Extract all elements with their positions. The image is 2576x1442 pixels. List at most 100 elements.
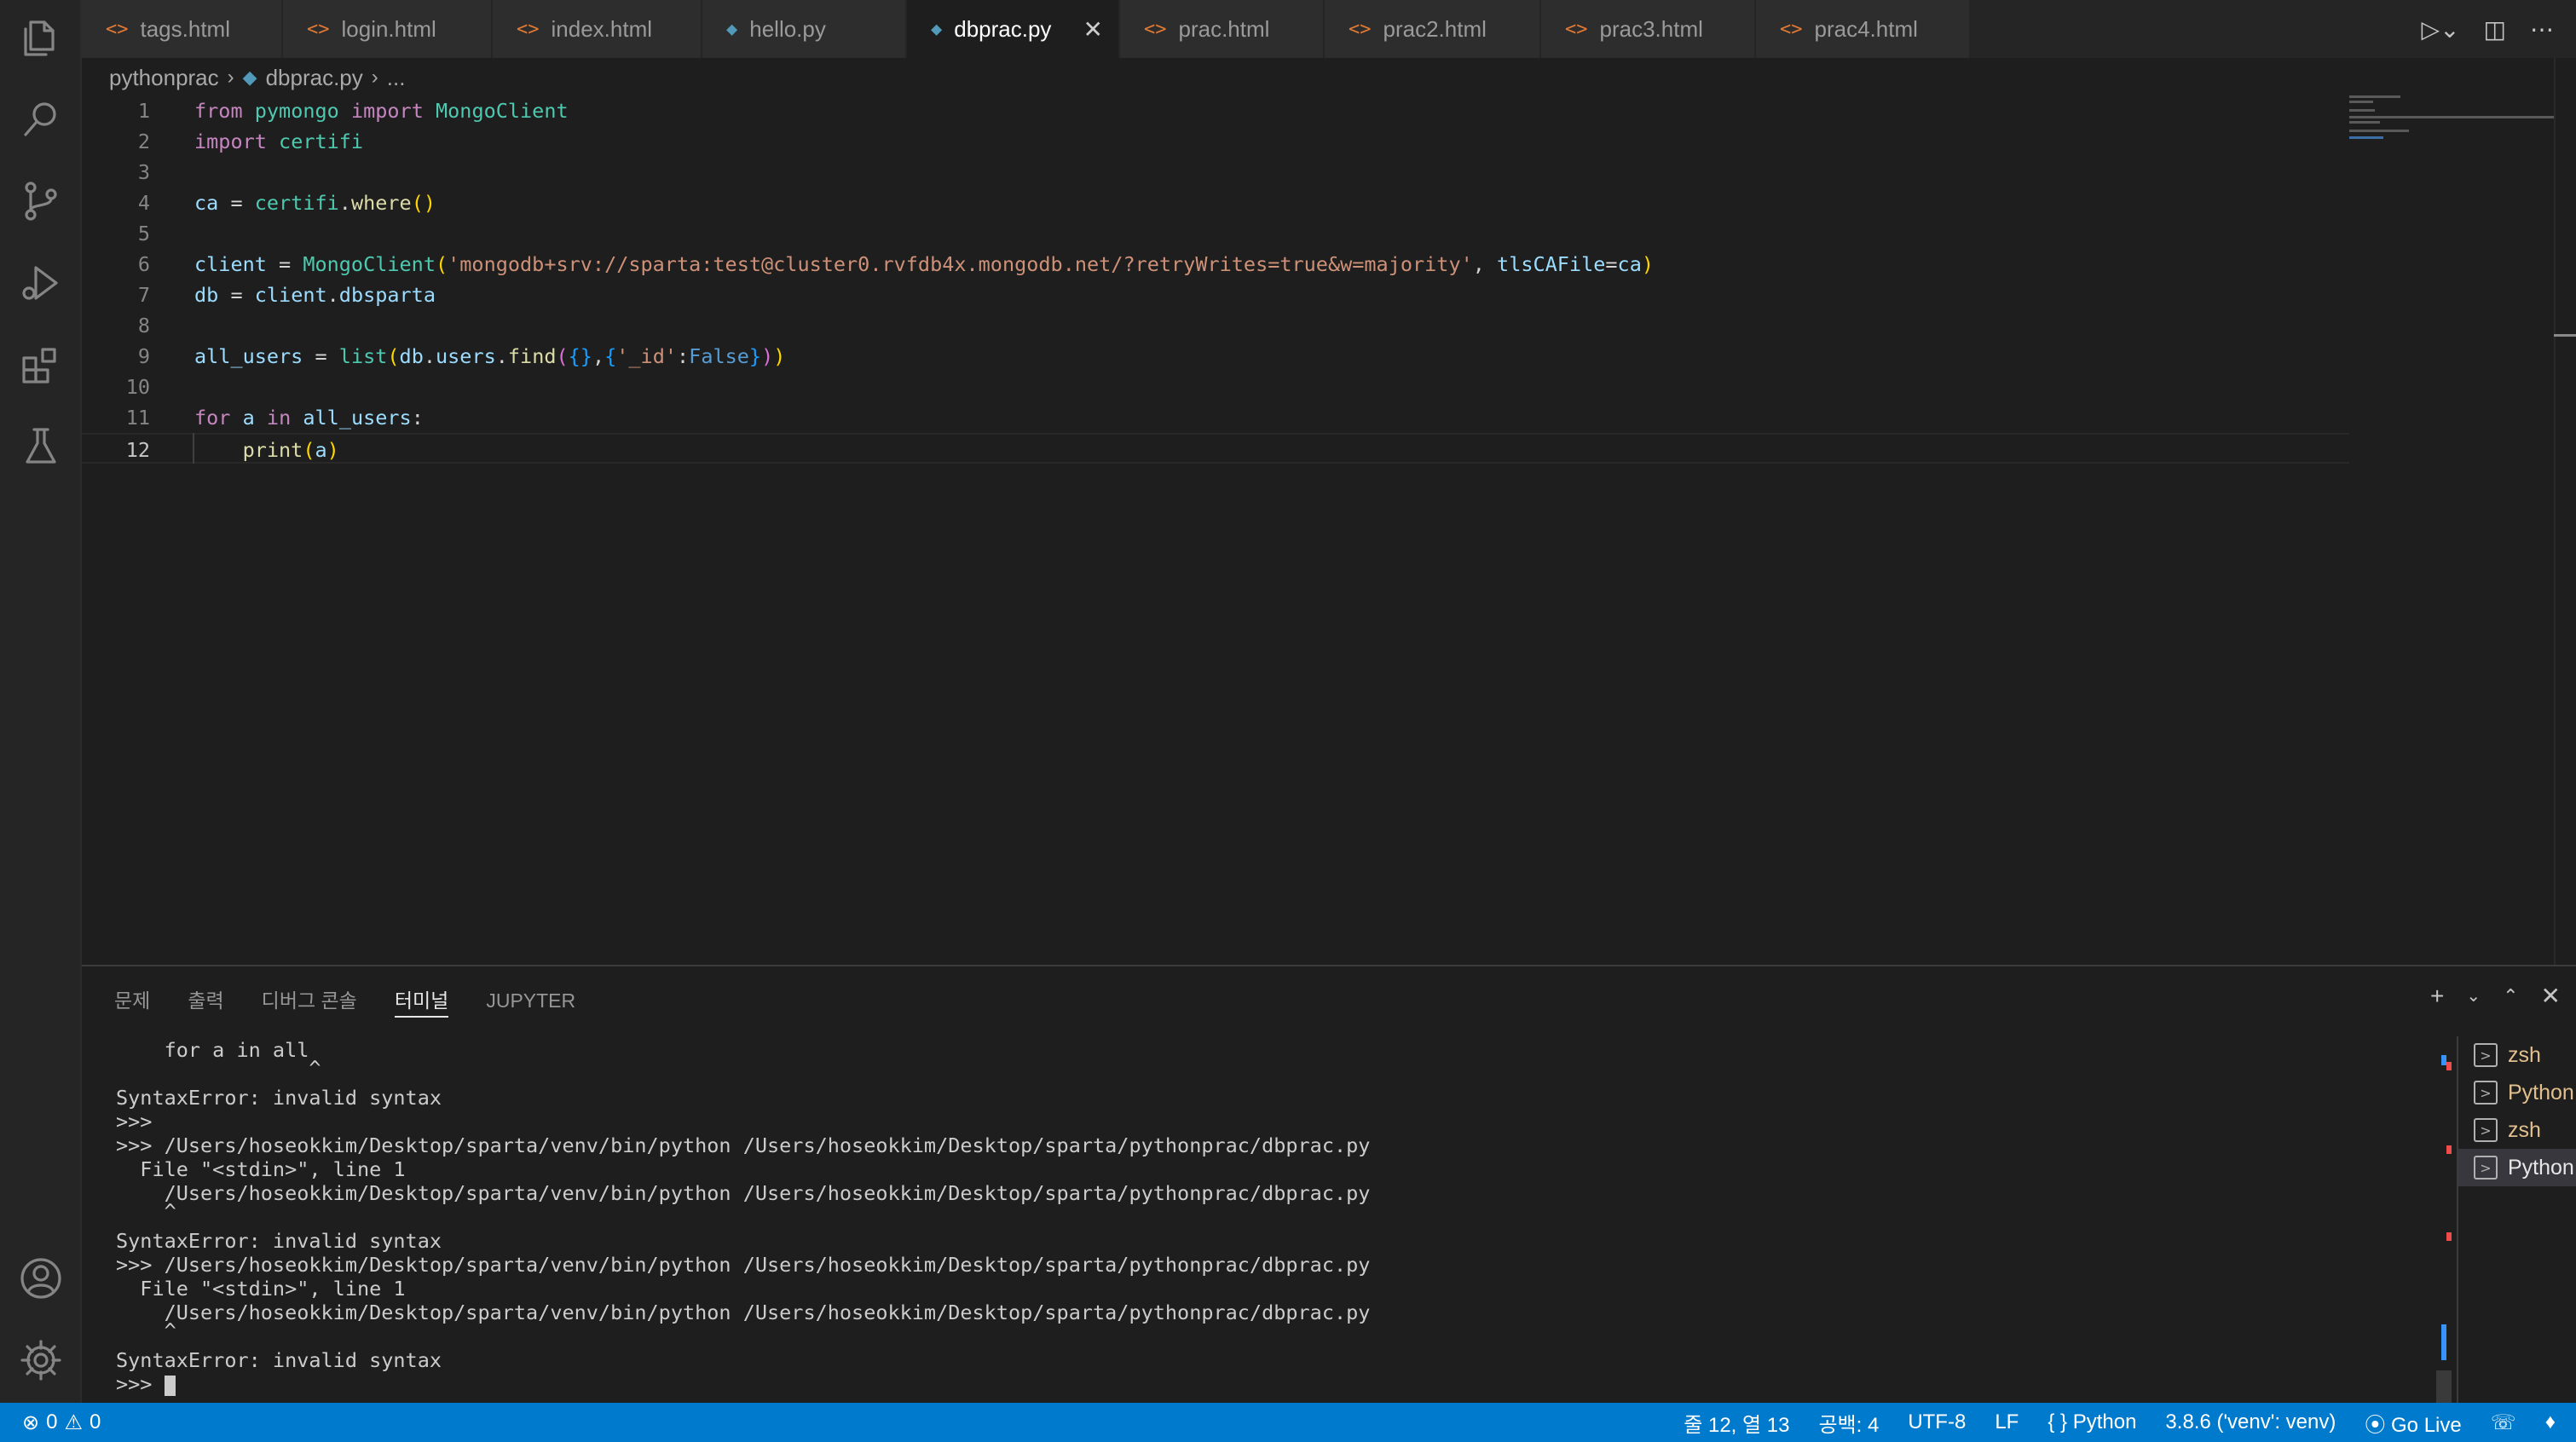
code-line: 6 client = MongoClient('mongodb+srv://spa… [82, 249, 2349, 280]
cursor-position[interactable]: 줄 12, 열 13 [1684, 1408, 1789, 1438]
tab-tags-html[interactable]: <> tags.html [82, 0, 283, 58]
terminal-cursor [164, 1375, 176, 1396]
braces-icon: { } [2048, 1410, 2068, 1433]
close-panel-icon[interactable]: ✕ [2541, 982, 2561, 1010]
terminal-output[interactable]: for a in all ^ SyntaxError: invalid synt… [116, 1038, 2417, 1396]
end-of-line[interactable]: LF [1995, 1410, 2019, 1434]
terminal-line: ^ [116, 1056, 321, 1080]
run-debug-icon[interactable] [15, 257, 66, 309]
extensions-icon[interactable] [15, 339, 66, 390]
warning-icon: ⚠ [64, 1410, 83, 1434]
indent-guide [193, 433, 194, 464]
tab-prac2-html[interactable]: <> prac2.html [1325, 0, 1541, 58]
breadcrumb-file[interactable]: dbprac.py [266, 65, 363, 91]
terminal-label: zsh [2508, 1042, 2541, 1067]
code-line: 9 all_users = list(db.users.find({},{'_id… [82, 341, 2349, 372]
tab-problems[interactable]: 문제 [114, 983, 150, 1018]
settings-gear-icon[interactable] [15, 1335, 66, 1386]
terminal-item-zsh[interactable]: >zsh⚠ [2458, 1111, 2576, 1149]
minimap[interactable] [2349, 92, 2562, 160]
tab-index-html[interactable]: <> index.html [493, 0, 702, 58]
terminal-line: File "<stdin>", line 1 [116, 1277, 406, 1301]
line-number: 5 [137, 222, 150, 245]
terminal-line: SyntaxError: invalid syntax [116, 1229, 442, 1253]
tab-debug-console[interactable]: 디버그 콘솔 [262, 983, 357, 1018]
line-number: 4 [137, 191, 150, 215]
tab-dbprac-py[interactable]: ◆ dbprac.py ✕ [907, 0, 1120, 58]
tab-jupyter[interactable]: JUPYTER [486, 983, 575, 1018]
terminal-icon: > [2474, 1043, 2498, 1067]
panel-actions: + ⌄ ⌃ ✕ [2430, 982, 2561, 1010]
terminal-item-python[interactable]: >Python⚠ [2458, 1074, 2576, 1111]
terminal-line: >>> /Users/hoseokkim/Desktop/sparta/venv… [116, 1253, 1371, 1277]
feedback-icon[interactable]: ☏ [2491, 1410, 2516, 1435]
breadcrumb-folder[interactable]: pythonprac [109, 65, 219, 91]
tab-label: prac2.html [1383, 15, 1487, 42]
editor-scrollbar[interactable] [2554, 58, 2576, 965]
encoding[interactable]: UTF-8 [1908, 1410, 1966, 1434]
tab-label: tags.html [140, 15, 231, 42]
status-bar: ⊗ 0 ⚠ 0 줄 12, 열 13 공백: 4 UTF-8 LF { } Py… [0, 1403, 2576, 1442]
terminal-item-zsh[interactable]: >zsh⚠ [2458, 1036, 2576, 1074]
terminal-line: >>> /Users/hoseokkim/Desktop/sparta/venv… [116, 1133, 1371, 1157]
new-terminal-icon[interactable]: + [2430, 983, 2444, 1010]
run-icon[interactable]: ▷⌄ [2422, 15, 2460, 43]
code-line: 8 [82, 310, 2349, 341]
code-line: 10 [82, 372, 2349, 402]
line-number: 7 [137, 283, 150, 307]
language-label: Python [2072, 1410, 2137, 1433]
terminal-item-python[interactable]: > Python [2458, 1149, 2576, 1186]
terminal-line: >>> [116, 1110, 153, 1133]
problems-status[interactable]: ⊗ 0 ⚠ 0 [22, 1410, 101, 1435]
maximize-panel-icon[interactable]: ⌃ [2503, 985, 2518, 1007]
tab-prac4-html[interactable]: <> prac4.html [1756, 0, 1971, 58]
account-icon[interactable] [15, 1253, 66, 1304]
language-mode[interactable]: { } Python [2048, 1410, 2136, 1434]
terminal-prompt-line[interactable]: >>> [116, 1372, 2417, 1396]
activity-bar [0, 0, 82, 1403]
code-line: 4 ca = certifi.where() [82, 187, 2349, 218]
code-line: 5 [82, 218, 2349, 249]
source-control-icon[interactable] [15, 176, 66, 227]
tab-hello-py[interactable]: ◆ hello.py [702, 0, 907, 58]
testing-icon[interactable] [15, 421, 66, 472]
html-file-icon: <> [106, 18, 129, 40]
terminal-label: Python [2508, 1155, 2574, 1180]
tab-label: index.html [551, 15, 653, 42]
bottom-panel: 문제 출력 디버그 콘솔 터미널 JUPYTER + ⌄ ⌃ ✕ for a i… [82, 965, 2576, 1405]
terminal-scrollbar[interactable] [2434, 1038, 2455, 1405]
chevron-down-icon[interactable]: ⌄ [2466, 985, 2481, 1007]
line-number: 1 [137, 99, 150, 123]
close-icon[interactable]: ✕ [1083, 15, 1103, 43]
more-actions-icon[interactable]: ⋯ [2530, 15, 2554, 43]
panel-tabs: 문제 출력 디버그 콘솔 터미널 JUPYTER [114, 983, 575, 1018]
line-number: 6 [137, 252, 150, 276]
terminal-icon: > [2474, 1118, 2498, 1142]
line-number: 2 [137, 130, 150, 153]
python-interpreter[interactable]: 3.8.6 ('venv': venv) [2165, 1410, 2336, 1434]
breadcrumb-more[interactable]: ... [387, 65, 406, 91]
html-file-icon: <> [1349, 18, 1372, 40]
tab-prac-html[interactable]: <> prac.html [1120, 0, 1325, 58]
indentation[interactable]: 공백: 4 [1818, 1408, 1879, 1438]
scrollbar-marker [2554, 334, 2576, 337]
terminal-label: Python [2508, 1080, 2574, 1105]
terminal-icon: > [2474, 1081, 2498, 1105]
tab-output[interactable]: 출력 [188, 983, 223, 1018]
python-file-icon: ◆ [931, 18, 943, 40]
split-editor-icon[interactable]: ◫ [2484, 15, 2506, 43]
tab-prac3-html[interactable]: <> prac3.html [1541, 0, 1756, 58]
tab-terminal[interactable]: 터미널 [394, 983, 449, 1018]
html-file-icon: <> [1565, 18, 1588, 40]
code-editor[interactable]: 1 from pymongo import MongoClient 2 import… [82, 92, 2576, 965]
explorer-icon[interactable] [15, 12, 66, 63]
notifications-bell-icon[interactable]: ♦ [2545, 1410, 2556, 1434]
line-number: 12 [125, 438, 150, 462]
status-right: 줄 12, 열 13 공백: 4 UTF-8 LF { } Python 3.8… [1684, 1408, 2556, 1438]
go-live-button[interactable]: ⦿ Go Live [2365, 1408, 2461, 1438]
search-icon[interactable] [15, 94, 66, 145]
broadcast-icon: ⦿ [2365, 1413, 2386, 1437]
terminal-line: ^ [116, 1199, 176, 1223]
line-number: 9 [137, 344, 150, 368]
tab-login-html[interactable]: <> login.html [283, 0, 493, 58]
